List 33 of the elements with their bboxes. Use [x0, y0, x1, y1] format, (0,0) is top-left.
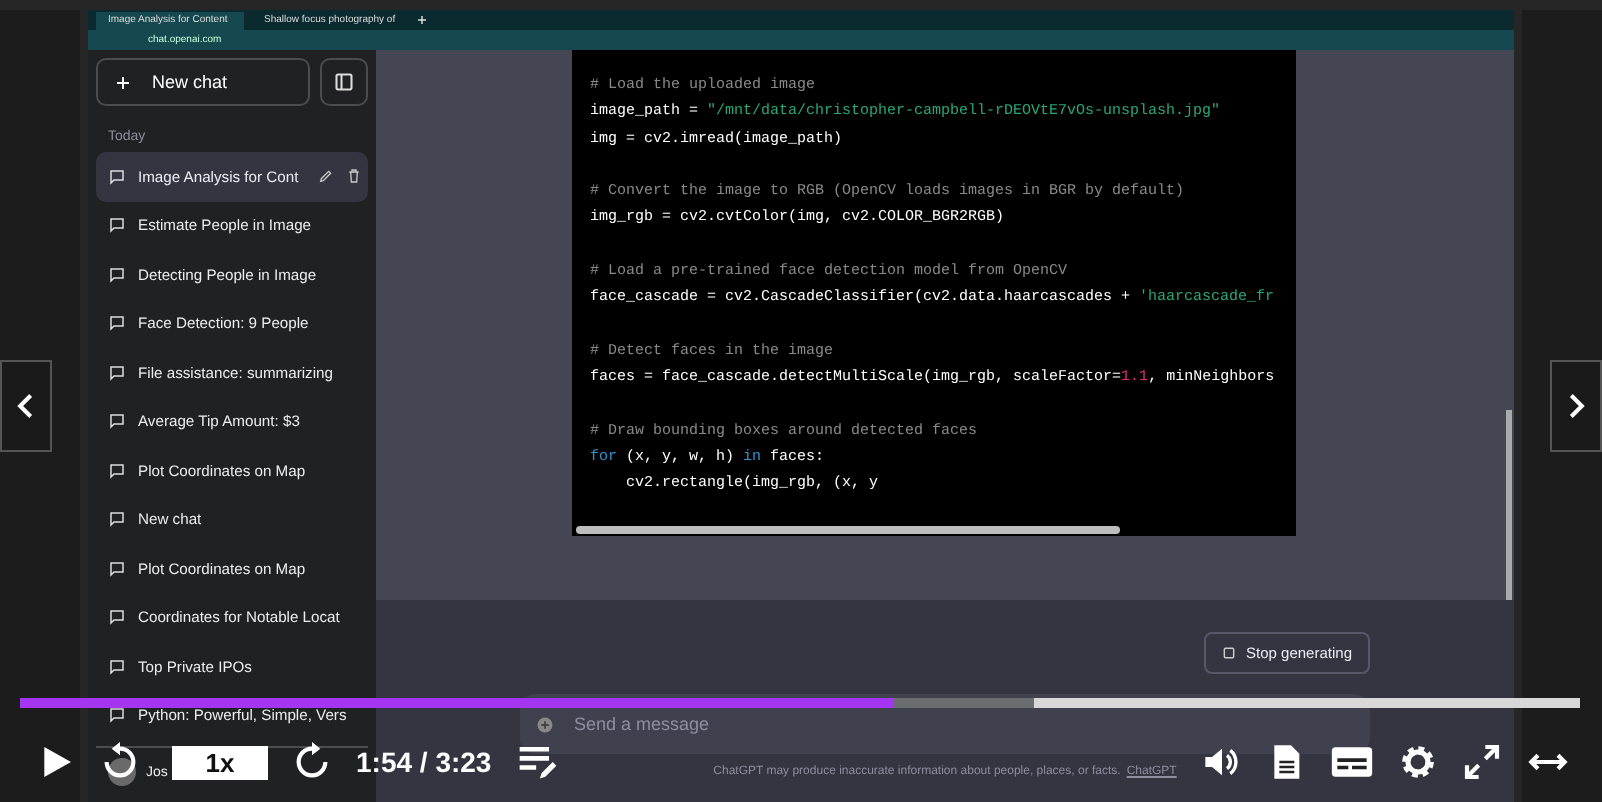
message-input[interactable]: Send a message [570, 712, 1370, 736]
chat-bubble-icon [108, 608, 126, 627]
scrollbar[interactable] [1506, 410, 1512, 600]
chat-bubble-icon [108, 657, 126, 676]
rewind-icon[interactable] [100, 742, 140, 782]
chat-bubble-icon [108, 706, 126, 725]
progress-bar[interactable] [20, 698, 1580, 708]
chat-bubble-icon [108, 363, 126, 382]
next-button[interactable] [1550, 360, 1602, 452]
plus-icon[interactable] [415, 14, 428, 26]
forward-icon[interactable] [292, 742, 332, 782]
sidebar-toggle-button[interactable] [320, 58, 368, 106]
chat-bubble-icon [108, 265, 126, 284]
pencil-icon[interactable] [318, 168, 334, 185]
playback-speed-button[interactable]: 1x [172, 745, 268, 779]
chat-bubble-icon [108, 412, 126, 431]
plus-icon [114, 73, 132, 91]
settings-icon[interactable] [1398, 742, 1438, 782]
plus-circle-icon [536, 715, 554, 733]
chat-bubble-icon [108, 167, 126, 186]
sidebar-icon [334, 72, 354, 92]
fullscreen-icon[interactable] [1462, 742, 1502, 782]
new-chat-button[interactable]: New chat [96, 58, 310, 106]
chat-bubble-icon [108, 510, 126, 529]
trash-icon[interactable] [346, 168, 362, 185]
chat-bubble-icon [108, 216, 126, 235]
previous-button[interactable] [0, 360, 52, 452]
chat-bubble-icon [108, 559, 126, 578]
scrollbar[interactable] [576, 526, 1120, 534]
chat-bubble-icon [108, 314, 126, 333]
square-icon [1222, 646, 1237, 660]
chat-bubble-icon [108, 461, 126, 480]
time-display: 1:54 / 3:23 [356, 746, 492, 778]
